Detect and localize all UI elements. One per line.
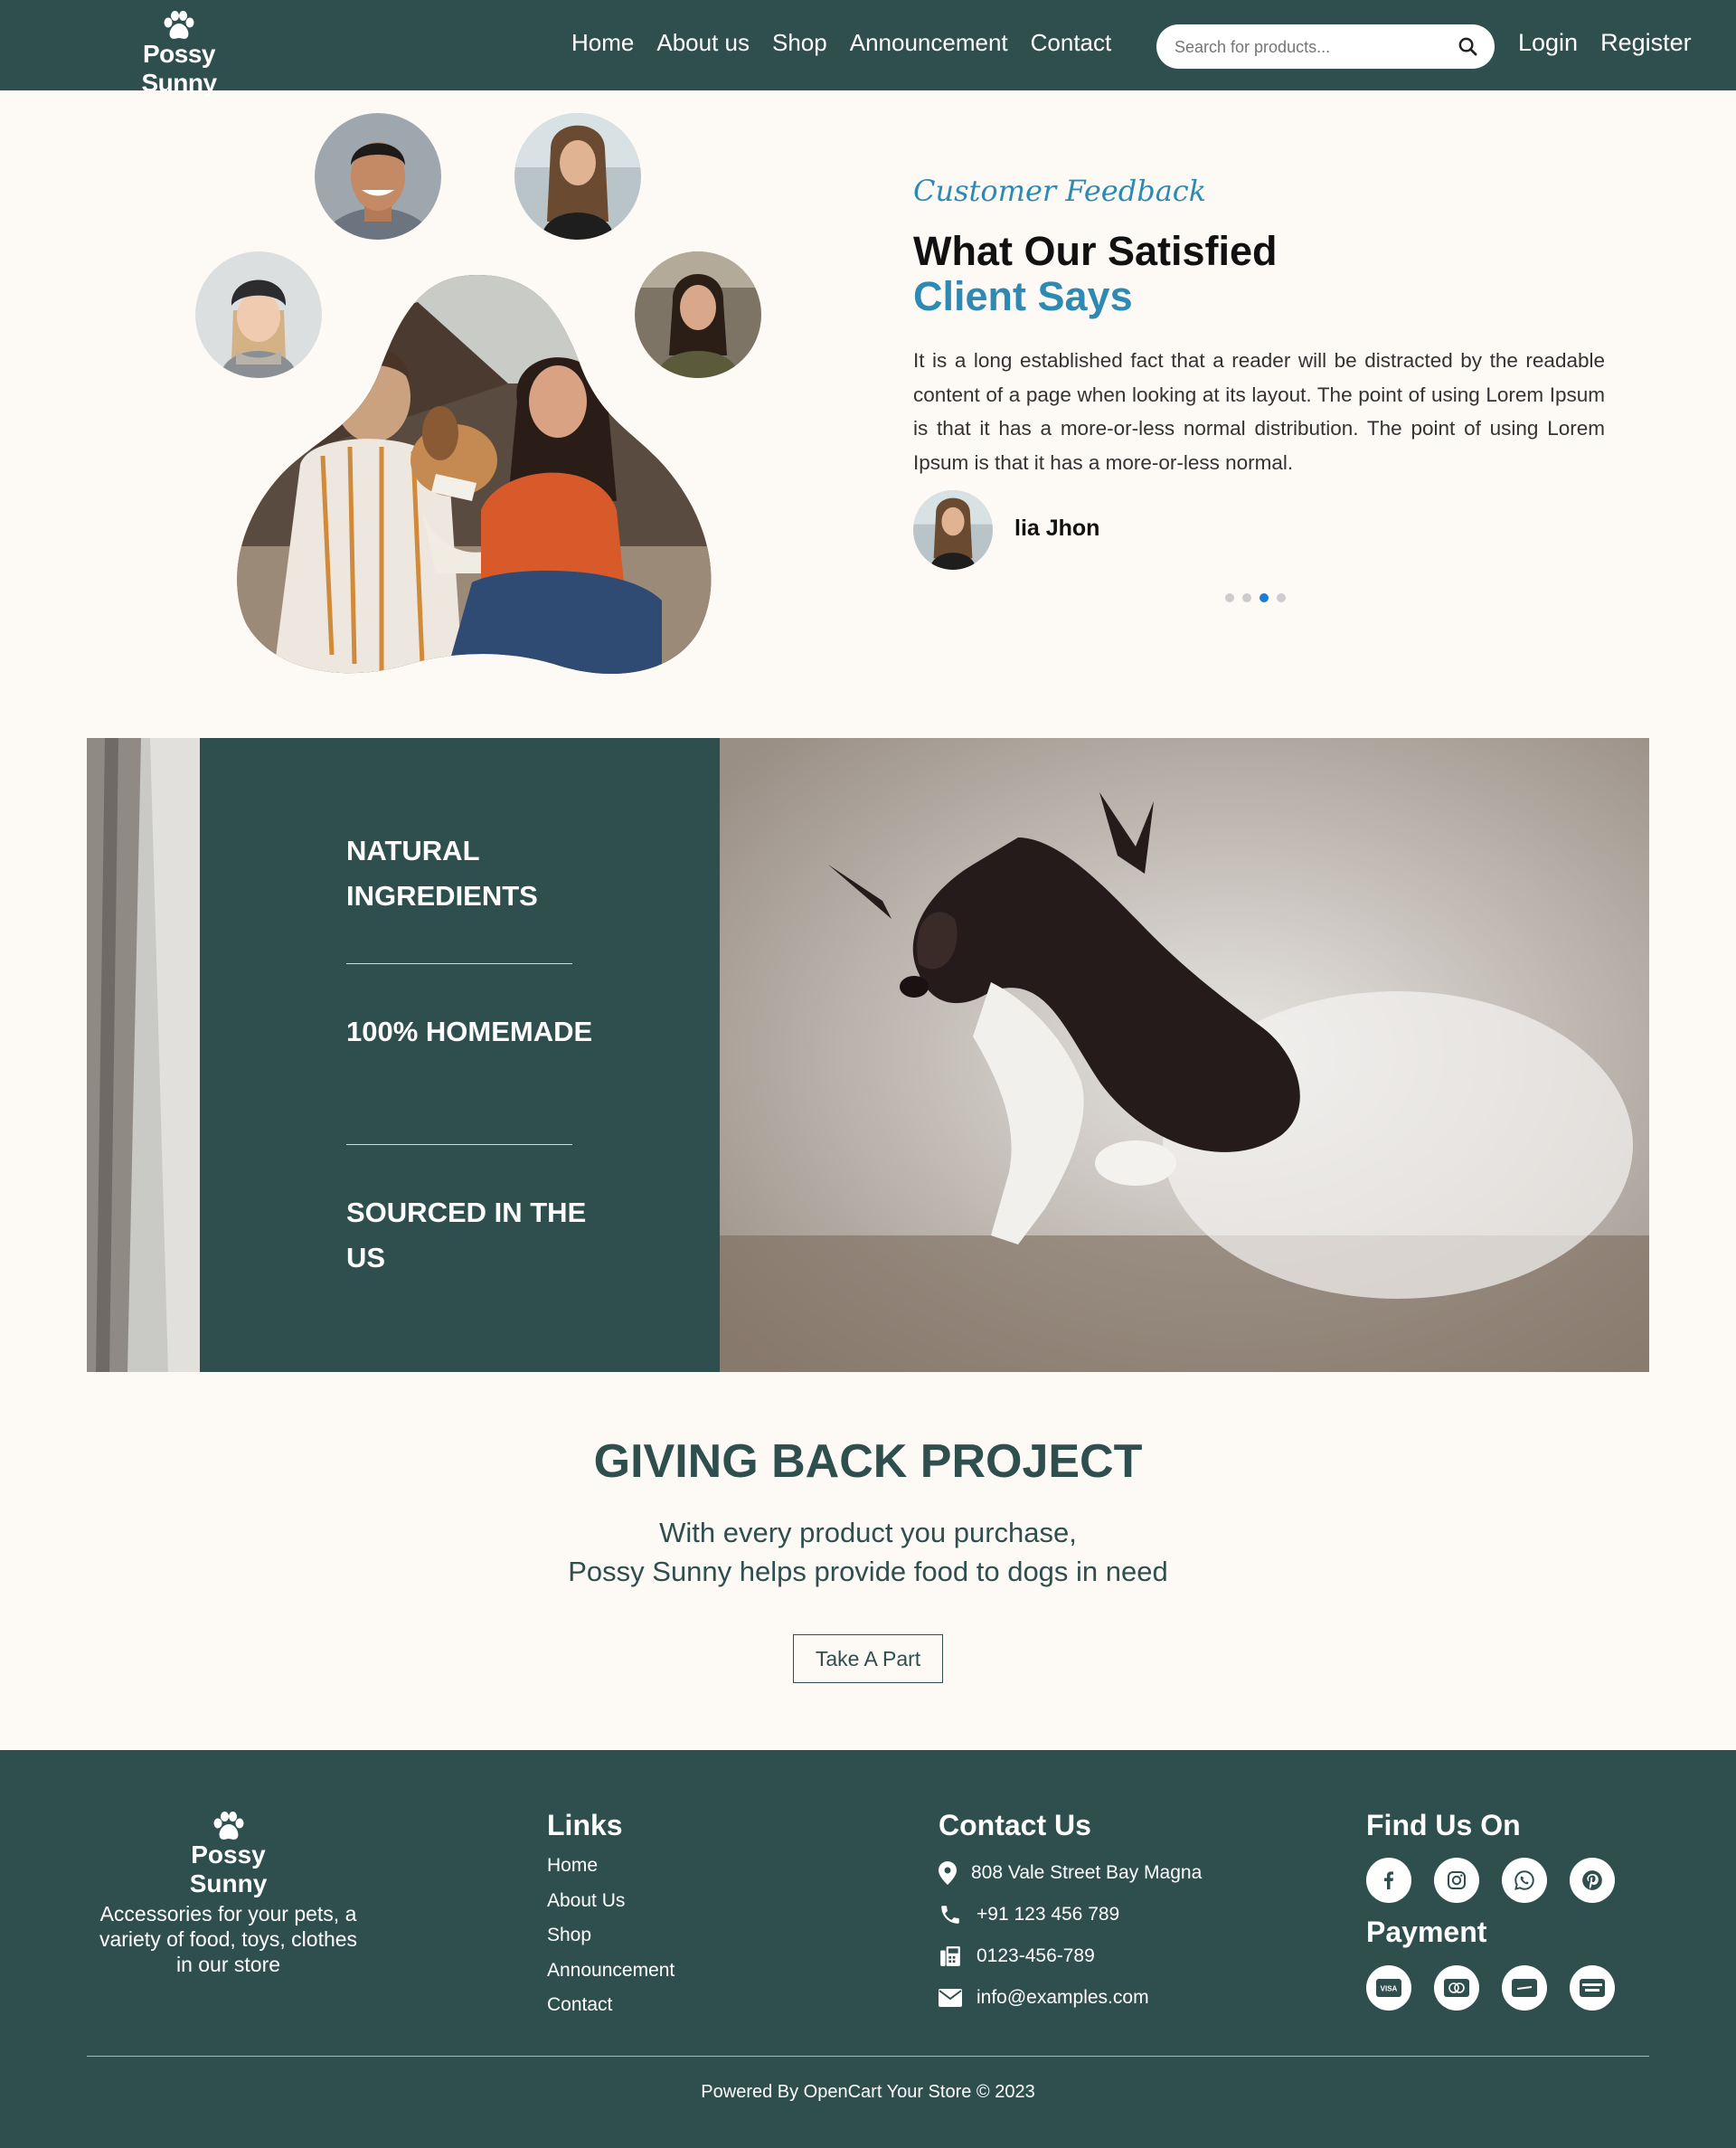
author-name: lia Jhon (1014, 516, 1100, 541)
carousel-dot-4[interactable] (1277, 593, 1286, 602)
card-icon (1570, 1965, 1615, 2011)
feature-sourced-us: SOURCED IN THE US (346, 1197, 587, 1273)
couple-with-dog-image (237, 275, 712, 674)
customer-avatar-2 (514, 113, 641, 240)
carousel-dot-3[interactable] (1260, 593, 1269, 602)
feedback-eyebrow: Customer Feedback (913, 174, 1207, 208)
feature-natural-ingredients: NATURAL INGREDIENTS (346, 835, 538, 912)
feedback-title: What Our Satisfied (913, 228, 1278, 274)
giving-back-title: GIVING BACK PROJECT (593, 1435, 1143, 1488)
nav-shop[interactable]: Shop (772, 29, 827, 57)
social-links (1366, 1858, 1615, 1903)
feedback-quote: It is a long established fact that a rea… (913, 349, 1605, 474)
footer-link-contact[interactable]: Contact (547, 1994, 675, 2030)
giving-back-subtitle-2: Possy Sunny helps provide food to dogs i… (568, 1556, 1168, 1587)
login-link[interactable]: Login (1518, 29, 1578, 57)
contact-address: 808 Vale Street Bay Magna (971, 1862, 1203, 1883)
footer-brand-logo[interactable]: Possy Sunny (154, 1812, 303, 1898)
footer-links: Home About Us Shop Announcement Contact (547, 1855, 675, 2030)
footer-link-announcement[interactable]: Announcement (547, 1960, 675, 1995)
pinterest-icon[interactable] (1570, 1858, 1615, 1903)
payment-heading: Payment (1366, 1916, 1487, 1948)
auth-links: Login Register (1518, 29, 1714, 57)
features-band: NATURAL INGREDIENTS 100% HOMEMADE SOURCE… (87, 738, 1649, 1372)
contact-phone-row: +91 123 456 789 (939, 1894, 1202, 1935)
contact-heading: Contact Us (939, 1809, 1091, 1841)
site-header: Possy Sunny Home About us Shop Announcem… (0, 0, 1736, 97)
location-pin-icon (939, 1861, 957, 1885)
copyright: Powered By OpenCart Your Store © 2023 (701, 2082, 1035, 2102)
footer-description: Accessories for your pets, a variety of … (99, 1902, 358, 1976)
paw-logo-icon (213, 1812, 243, 1840)
mastercard-icon (1434, 1965, 1479, 2011)
facebook-icon[interactable] (1366, 1858, 1411, 1903)
main-nav: Home About us Shop Announcement Contact (571, 29, 1134, 57)
footer-brand-name: Possy Sunny (189, 1840, 268, 1897)
footer-link-shop[interactable]: Shop (547, 1925, 675, 1960)
search-input[interactable] (1175, 35, 1446, 59)
find-us-heading: Find Us On (1366, 1809, 1521, 1841)
feature-divider (346, 963, 572, 964)
footer-link-home[interactable]: Home (547, 1855, 675, 1890)
contact-email-row: info@examples.com (939, 1977, 1202, 2019)
footer-link-about[interactable]: About Us (547, 1890, 675, 1926)
phone-icon (941, 1906, 959, 1924)
feedback-title-accent: Client Says (913, 273, 1133, 319)
search-icon[interactable] (1458, 36, 1478, 57)
envelope-icon (939, 1989, 962, 2007)
contact-phone[interactable]: +91 123 456 789 (976, 1904, 1119, 1926)
water-texture-image (87, 738, 200, 1372)
dog-splashing-image (720, 738, 1649, 1372)
register-link[interactable]: Register (1600, 29, 1692, 57)
contact-address-row: 808 Vale Street Bay Magna (939, 1852, 1202, 1894)
brand-logo[interactable]: Possy Sunny (102, 11, 256, 98)
search-box (1156, 24, 1495, 69)
contact-fax: 0123-456-789 (976, 1945, 1095, 1966)
svg-text:VISA: VISA (1381, 1985, 1398, 1993)
payment-methods: VISA (1366, 1965, 1615, 2011)
paw-logo-icon (164, 11, 194, 39)
nav-about[interactable]: About us (656, 29, 750, 57)
nav-home[interactable]: Home (571, 29, 634, 57)
paypal-icon (1502, 1965, 1547, 2011)
nav-contact[interactable]: Contact (1031, 29, 1112, 57)
nav-announcement[interactable]: Announcement (850, 29, 1008, 57)
contact-fax-row: 0123-456-789 (939, 1935, 1202, 1977)
footer-divider (87, 2056, 1649, 2057)
contact-info: 808 Vale Street Bay Magna +91 123 456 78… (939, 1852, 1202, 2019)
visa-icon: VISA (1366, 1965, 1411, 2011)
features-panel: NATURAL INGREDIENTS 100% HOMEMADE SOURCE… (200, 738, 720, 1372)
carousel-dot-1[interactable] (1225, 593, 1234, 602)
contact-email[interactable]: info@examples.com (976, 1987, 1149, 2009)
author-avatar (913, 490, 993, 570)
instagram-icon[interactable] (1434, 1858, 1479, 1903)
take-a-part-button[interactable]: Take A Part (793, 1634, 943, 1683)
links-heading: Links (547, 1809, 623, 1841)
fax-icon (940, 1946, 960, 1966)
carousel-dot-2[interactable] (1242, 593, 1251, 602)
carousel-dots (1225, 593, 1286, 602)
feature-homemade: 100% HOMEMADE (346, 1016, 593, 1047)
customer-avatar-1 (315, 113, 441, 240)
giving-back-subtitle-1: With every product you purchase, (659, 1517, 1077, 1548)
feature-divider (346, 1144, 572, 1145)
whatsapp-icon[interactable] (1502, 1858, 1547, 1903)
brand-name: Possy Sunny (141, 40, 217, 97)
